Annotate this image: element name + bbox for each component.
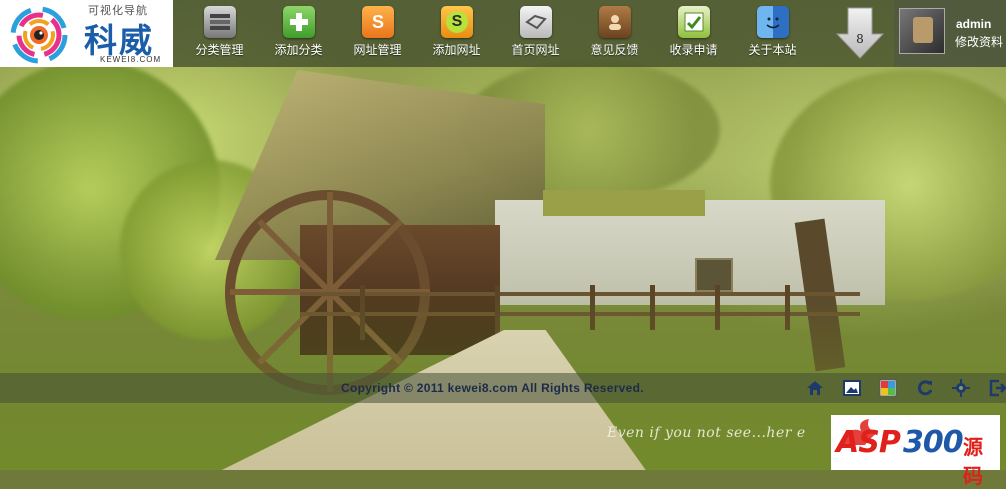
gear-icon[interactable] bbox=[950, 377, 972, 399]
nav-label: 网址管理 bbox=[338, 41, 417, 58]
submit-apply-icon bbox=[678, 6, 710, 38]
s-url-manage-icon: S bbox=[362, 6, 394, 38]
nav-label: 分类管理 bbox=[180, 41, 259, 58]
nav-submit-apply[interactable]: 收录申请 bbox=[654, 0, 733, 67]
finder-about-icon bbox=[757, 6, 789, 38]
nav-feedback[interactable]: 意见反馈 bbox=[575, 0, 654, 67]
home-links-icon bbox=[520, 6, 552, 38]
main-nav: 分类管理 添加分类 S 网址管理 S 添加网址 首页网址 bbox=[180, 0, 812, 67]
nav-label: 首页网址 bbox=[496, 41, 575, 58]
top-navbar: 可视化导航 科威 KEWEI8.COM 分类管理 添加分类 S 网址管理 S 添… bbox=[0, 0, 1006, 67]
nav-label: 关于本站 bbox=[733, 41, 812, 58]
nav-category-manage[interactable]: 分类管理 bbox=[180, 0, 259, 67]
user-panel: admin 修改资料 bbox=[894, 0, 1006, 67]
badge-number: 300 bbox=[903, 425, 963, 460]
logo-domain: KEWEI8.COM bbox=[100, 55, 161, 64]
nav-url-manage[interactable]: S 网址管理 bbox=[338, 0, 417, 67]
contact-book-icon bbox=[599, 6, 631, 38]
highlight-box bbox=[543, 190, 705, 216]
download-button[interactable]: 8 bbox=[835, 6, 885, 60]
refresh-icon[interactable] bbox=[914, 377, 936, 399]
nav-add-category[interactable]: 添加分类 bbox=[259, 0, 338, 67]
nav-add-url[interactable]: S 添加网址 bbox=[417, 0, 496, 67]
badge-chinese: 源码 bbox=[963, 431, 1000, 489]
download-count: 8 bbox=[835, 32, 885, 46]
nav-label: 收录申请 bbox=[654, 41, 733, 58]
copyright-text: Copyright © 2011 kewei8.com All Rights R… bbox=[341, 381, 644, 395]
nav-about[interactable]: 关于本站 bbox=[733, 0, 812, 67]
asp300-watermark-logo[interactable]: ASP 300 源码 bbox=[831, 415, 1000, 470]
avatar[interactable] bbox=[899, 8, 945, 54]
slogan-text: Even if you not see...her e bbox=[607, 425, 806, 441]
nav-home-urls[interactable]: 首页网址 bbox=[496, 0, 575, 67]
color-palette-icon[interactable] bbox=[877, 377, 899, 399]
category-list-icon bbox=[204, 6, 236, 38]
footer-tools bbox=[804, 377, 1006, 399]
nav-label: 添加分类 bbox=[259, 41, 338, 58]
footer-bar: Copyright © 2011 kewei8.com All Rights R… bbox=[0, 373, 1006, 403]
add-plus-icon bbox=[283, 6, 315, 38]
edit-profile-link[interactable]: 修改资料 bbox=[955, 33, 1003, 50]
logout-icon[interactable] bbox=[987, 377, 1006, 399]
s-add-url-icon: S bbox=[441, 6, 473, 38]
eye-logo-icon bbox=[6, 6, 72, 64]
site-logo[interactable]: 可视化导航 科威 KEWEI8.COM bbox=[0, 0, 173, 67]
nav-label: 意见反馈 bbox=[575, 41, 654, 58]
home-icon[interactable] bbox=[804, 377, 826, 399]
image-icon[interactable] bbox=[841, 377, 863, 399]
badge-asp: ASP bbox=[836, 425, 900, 460]
user-name: admin bbox=[956, 17, 991, 31]
nav-label: 添加网址 bbox=[417, 41, 496, 58]
